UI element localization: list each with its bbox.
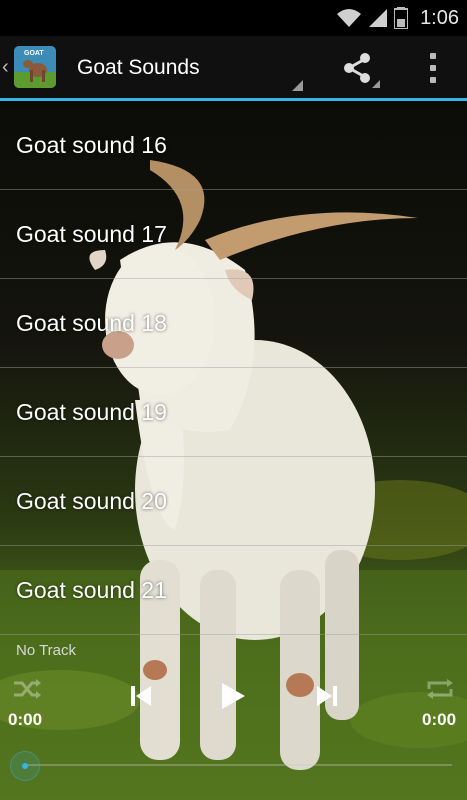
previous-button[interactable] [130, 684, 152, 708]
list-item[interactable]: Goat sound 18 [0, 279, 467, 368]
list-item[interactable]: Goat sound 21 [0, 546, 467, 635]
signal-icon [369, 9, 388, 27]
list-item[interactable]: Goat sound 17 [0, 190, 467, 279]
list-item[interactable]: Goat sound 20 [0, 457, 467, 546]
status-bar: 1:06 [0, 0, 467, 36]
share-spinner-indicator [372, 80, 380, 88]
track-name: No Track [16, 642, 77, 659]
battery-icon [394, 7, 409, 29]
sound-list: Goat sound 16 Goat sound 17 Goat sound 1… [0, 101, 467, 635]
overflow-menu-icon[interactable] [420, 50, 446, 86]
app-title: Goat Sounds [77, 56, 200, 79]
player-controls: No Track 0:00 0:00 [0, 636, 467, 800]
elapsed-time: 0:00 [8, 710, 43, 729]
title-spinner-indicator [292, 80, 303, 91]
back-caret-icon[interactable]: ‹ [2, 56, 9, 79]
status-time: 1:06 [420, 6, 459, 29]
list-item[interactable]: Goat sound 19 [0, 368, 467, 457]
seek-thumb[interactable] [10, 751, 40, 781]
repeat-icon[interactable] [425, 678, 455, 700]
app-icon-label: GOAT [24, 50, 44, 57]
action-bar: ‹ GOAT Goat Sounds [0, 36, 467, 101]
shuffle-icon[interactable] [12, 678, 42, 700]
seek-bar[interactable] [24, 764, 452, 766]
next-button[interactable] [316, 684, 338, 708]
list-item[interactable]: Goat sound 16 [0, 101, 467, 190]
play-button[interactable] [220, 682, 246, 710]
duration-time: 0:00 [422, 710, 457, 729]
wifi-icon [337, 9, 362, 27]
app-icon[interactable]: GOAT [14, 46, 56, 88]
